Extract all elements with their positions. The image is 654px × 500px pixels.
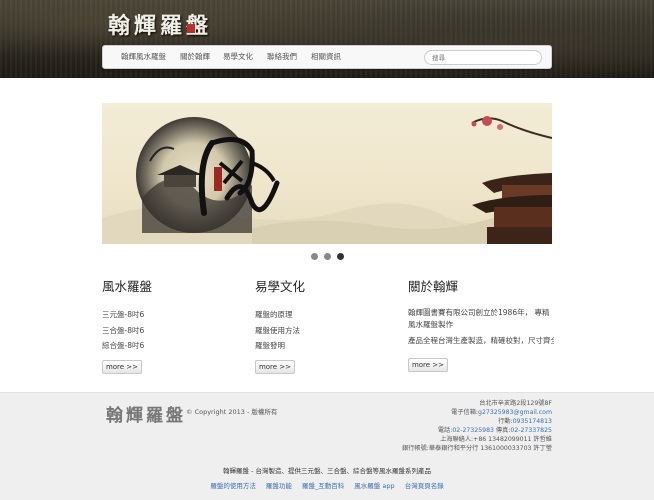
list-item[interactable]: 羅盤使用方法: [255, 323, 405, 339]
shanghai-contact: 上海聯絡人:+86 13482099011 許哲維: [440, 436, 552, 444]
column-title: 關於翰輝: [408, 279, 459, 294]
footer-links: 羅盤的使用方法 羅盤功能 羅盤_互動百科 風水羅盤 app 台灣頁頁名錄: [0, 480, 654, 490]
footer-logo: 翰輝羅盤: [106, 406, 186, 426]
footer-link-baike[interactable]: 羅盤_互動百科: [302, 482, 344, 490]
footer-tagline: 翰輝羅盤 - 台灣製造、提供三元盤、三合盤、綜合盤等風水羅盤系列產品: [223, 467, 431, 475]
copyright: © Copyright 2013 - 版權所有: [186, 408, 278, 416]
phone-link[interactable]: 02-27325983: [452, 427, 494, 434]
footer-link-directory[interactable]: 台灣頁頁名錄: [405, 482, 444, 490]
list-item[interactable]: 三元盤-8吋6: [102, 307, 252, 323]
email-line: 電子信箱:g27325983@gmail.com: [292, 408, 552, 417]
carousel-slide[interactable]: [102, 103, 552, 244]
carousel-dot-2[interactable]: [324, 253, 331, 260]
footer-link-usage[interactable]: 羅盤的使用方法: [210, 482, 256, 490]
footer-link-app[interactable]: 風水羅盤 app: [354, 482, 394, 490]
nav-item-fengshui-compass[interactable]: 翰輝風水羅盤: [121, 46, 166, 68]
email-link[interactable]: g27325983@gmail.com: [478, 409, 552, 416]
main-nav: 翰輝風水羅盤 關於翰輝 易學文化 聯絡我們 相關資訊: [102, 45, 552, 69]
email-label: 電子信箱:: [451, 409, 479, 417]
about-paragraph: 產品全程台灣生產製造，精確校對，尺寸齊全: [408, 336, 554, 345]
column-title: 風水羅盤: [102, 279, 153, 294]
footer-link-function[interactable]: 羅盤功能: [266, 482, 292, 490]
site-logo[interactable]: 翰輝羅盤: [108, 8, 212, 40]
carousel-dot-1[interactable]: [311, 253, 318, 260]
more-button[interactable]: more >>: [255, 359, 295, 374]
mobile-label: 行動:: [498, 418, 513, 426]
carousel-indicators: [311, 253, 345, 261]
column-fengshui: 風水羅盤 三元盤-8吋6 三合盤-8吋6 綜合盤-8吋6 more >>: [102, 276, 252, 374]
list-item[interactable]: 羅盤的原理: [255, 307, 405, 323]
nav-item-related-info[interactable]: 相關資訊: [311, 46, 341, 68]
site-footer: 翰輝羅盤 © Copyright 2013 - 版權所有 台北市辛亥路2段129…: [0, 392, 654, 500]
mobile-link[interactable]: 0935174813: [513, 418, 552, 425]
about-paragraph: 翰輝圖書賽有限公司創立於1986年， 專精風水羅盤製作: [408, 308, 550, 329]
phone-fax-line: 電話:02-27325983 傳真:02-27337825: [292, 426, 552, 435]
search-input[interactable]: [424, 50, 542, 65]
column-culture: 易學文化 羅盤的原理 羅盤使用方法 羅盤發明 more >>: [255, 276, 405, 374]
list-item[interactable]: 三合盤-8吋6: [102, 323, 252, 339]
column-about: 關於翰輝 翰輝圖書賽有限公司創立於1986年， 專精風水羅盤製作 產品全程台灣生…: [408, 276, 554, 372]
nav-item-contact[interactable]: 聯絡我們: [267, 46, 297, 68]
carousel-dot-3[interactable]: [337, 253, 344, 260]
more-button[interactable]: more >>: [102, 359, 142, 374]
column-title: 易學文化: [255, 279, 306, 294]
fax-link[interactable]: 02-27337825: [510, 427, 552, 434]
contact-info: 台北市辛亥路2段129號8F 電子信箱:g27325983@gmail.com …: [292, 399, 552, 454]
phone-label: 電話:: [437, 427, 453, 435]
ink-painting-illustration: [102, 116, 552, 244]
mobile-line: 行動:0935174813: [292, 417, 552, 426]
logo-seal: [187, 24, 195, 33]
more-button[interactable]: more >>: [408, 357, 448, 372]
address: 台北市辛亥路2段129號8F: [479, 400, 552, 407]
site-header: 翰輝羅盤 翰輝風水羅盤 關於翰輝 易學文化 聯絡我們 相關資訊: [0, 0, 654, 78]
bank-account: 銀行帳號:華泰銀行和平分行 1361000033703 許丁瑩: [401, 445, 552, 453]
fax-label: 傳真:: [493, 427, 511, 435]
list-item[interactable]: 綜合盤-8吋6: [102, 338, 252, 354]
nav-item-about[interactable]: 關於翰輝: [180, 46, 210, 68]
nav-item-culture[interactable]: 易學文化: [223, 46, 253, 68]
list-item[interactable]: 羅盤發明: [255, 338, 405, 354]
